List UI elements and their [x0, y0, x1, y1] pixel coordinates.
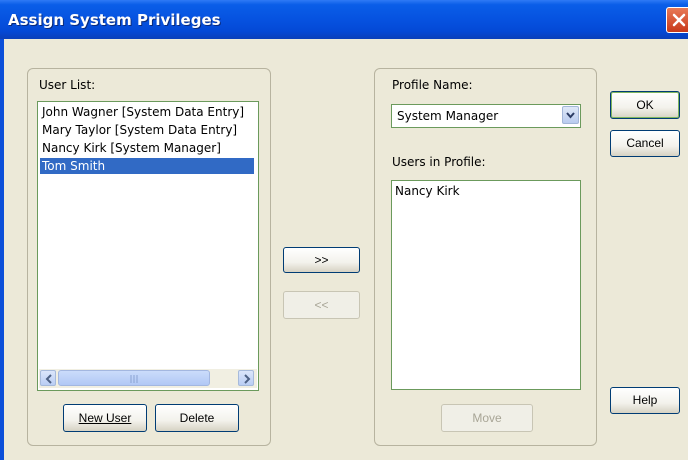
profile-name-value: System Manager — [397, 109, 499, 123]
help-label: Help — [632, 393, 658, 407]
profile-name-dropdown[interactable]: System Manager — [391, 104, 581, 128]
move-label: Move — [472, 411, 502, 425]
scroll-left-button[interactable] — [40, 370, 56, 386]
add-to-profile-button[interactable]: >> — [283, 247, 360, 273]
remove-label: << — [314, 298, 329, 312]
chevron-down-icon — [566, 112, 575, 119]
move-button[interactable]: Move — [441, 404, 533, 432]
cancel-button[interactable]: Cancel — [610, 130, 680, 157]
users-in-profile-label: Users in Profile: — [392, 155, 486, 169]
delete-button[interactable]: Delete — [155, 404, 239, 432]
list-item[interactable]: Nancy Kirk [System Manager] — [40, 140, 254, 156]
close-button[interactable] — [666, 7, 688, 33]
remove-from-profile-button[interactable]: << — [283, 291, 360, 319]
delete-label: Delete — [179, 411, 215, 425]
scroll-right-button[interactable] — [238, 370, 254, 386]
list-item[interactable]: John Wagner [System Data Entry] — [40, 104, 254, 120]
ok-button[interactable]: OK — [610, 91, 680, 119]
user-listbox[interactable]: John Wagner [System Data Entry] Mary Tay… — [37, 101, 259, 391]
add-label: >> — [314, 253, 329, 267]
list-item[interactable]: Nancy Kirk — [395, 184, 460, 198]
help-button[interactable]: Help — [610, 387, 680, 414]
scroll-thumb[interactable] — [58, 370, 210, 386]
profile-users-listbox[interactable]: Nancy Kirk — [391, 180, 581, 390]
user-list-label: User List: — [39, 78, 96, 92]
window-title: Assign System Privileges — [8, 11, 221, 29]
list-item[interactable]: Mary Taylor [System Data Entry] — [40, 122, 254, 138]
new-user-label: New User — [78, 411, 132, 425]
arrow-right-icon — [244, 374, 251, 384]
grip-icon — [130, 375, 138, 383]
arrow-left-icon — [45, 374, 52, 384]
list-item-selected[interactable]: Tom Smith — [40, 158, 254, 174]
profile-name-label: Profile Name: — [392, 78, 473, 92]
cancel-label: Cancel — [626, 136, 664, 150]
close-icon — [672, 13, 686, 27]
new-user-button[interactable]: New User — [63, 404, 147, 432]
ok-label: OK — [636, 98, 654, 112]
horizontal-scrollbar[interactable] — [39, 369, 257, 388]
dropdown-button[interactable] — [562, 106, 579, 124]
